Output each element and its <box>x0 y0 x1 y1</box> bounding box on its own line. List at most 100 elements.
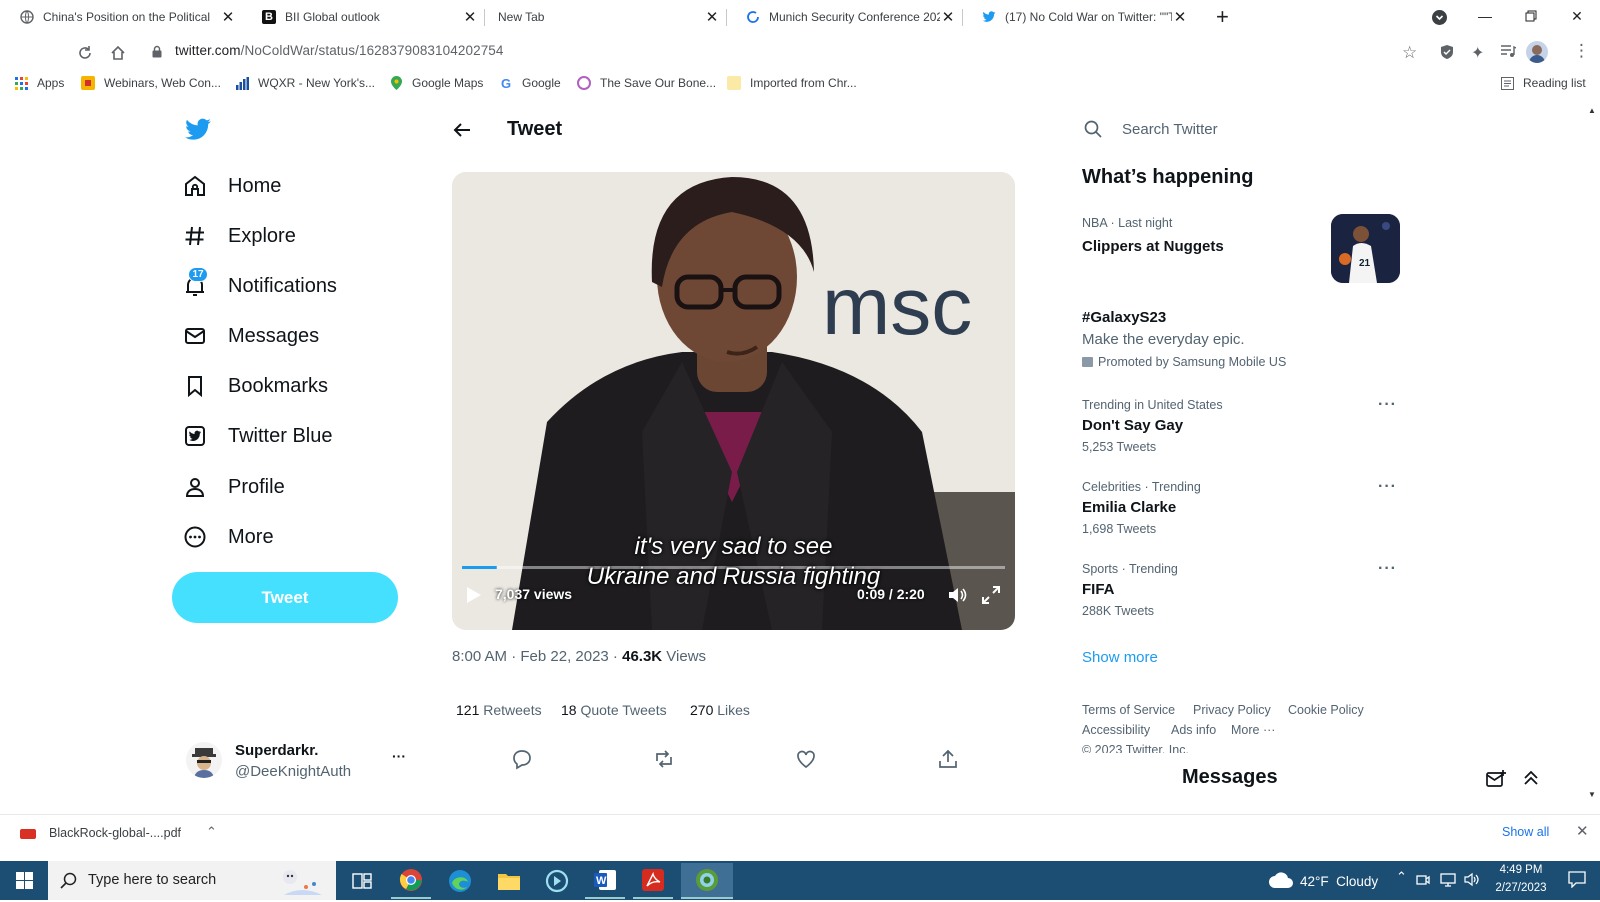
footer-privacy-link[interactable]: Privacy Policy <box>1193 703 1271 717</box>
bookmark-google[interactable]: G Google <box>499 76 561 91</box>
close-icon[interactable]: ✕ <box>220 8 236 26</box>
task-view-icon[interactable] <box>342 863 382 899</box>
trend-more-icon[interactable]: ··· <box>1378 560 1397 578</box>
footer-more-link[interactable]: More ··· <box>1231 723 1275 737</box>
account-avatar[interactable] <box>186 742 222 778</box>
share-icon[interactable] <box>937 748 961 772</box>
bookmark-wqxr[interactable]: WQXR - New York's... <box>235 76 375 90</box>
footer-terms-link[interactable]: Terms of Service <box>1082 703 1175 717</box>
nav-messages[interactable]: Messages <box>182 321 319 351</box>
profile-avatar[interactable] <box>1526 41 1548 63</box>
weather-text[interactable]: 42°F Cloudy <box>1300 874 1378 889</box>
tab-munich-security-conference[interactable]: Munich Security Conference 202 ✕ <box>726 0 962 34</box>
nav-twitter-blue[interactable]: Twitter Blue <box>182 421 332 451</box>
word-taskbar-icon[interactable]: W <box>585 863 625 899</box>
meet-now-icon[interactable] <box>1416 873 1430 892</box>
url-field[interactable]: twitter.com/NoColdWar/status/16283790831… <box>175 43 504 58</box>
acrobat-taskbar-icon[interactable] <box>633 863 673 899</box>
video-timestamp: 0:09 / 2:20 <box>857 586 925 602</box>
quote-tweets-stat[interactable]: 18 Quote Tweets <box>561 702 667 718</box>
scroll-down-arrow[interactable]: ▼ <box>1588 790 1596 799</box>
like-heart-icon[interactable] <box>795 748 819 772</box>
pdf-file-icon <box>20 829 36 839</box>
lock-icon[interactable] <box>152 45 162 63</box>
download-filename[interactable]: BlackRock-global-....pdf <box>49 826 181 840</box>
footer-accessibility-link[interactable]: Accessibility <box>1082 723 1150 737</box>
nav-home[interactable]: Home <box>182 171 281 201</box>
bookmark-webinars[interactable]: Webinars, Web Con... <box>81 76 221 90</box>
tweet-video-player[interactable]: msc it's very sad to see Ukraine and Rus… <box>452 172 1015 630</box>
minimize-button[interactable]: — <box>1462 0 1508 32</box>
nav-bookmarks[interactable]: Bookmarks <box>182 371 328 401</box>
start-button[interactable] <box>0 861 48 900</box>
tab-search-icon[interactable] <box>1432 10 1447 25</box>
tweet-meta: 8:00 AM · Feb 22, 2023 · 46.3K Views <box>452 648 706 665</box>
app-circle-icon[interactable] <box>537 863 577 899</box>
network-icon[interactable] <box>1440 873 1456 892</box>
tab-no-cold-war-twitter[interactable]: (17) No Cold War on Twitter: ""T ✕ <box>962 0 1194 34</box>
file-explorer-icon[interactable] <box>489 863 529 899</box>
edge-taskbar-icon[interactable] <box>440 863 480 899</box>
close-window-button[interactable]: ✕ <box>1554 0 1600 32</box>
clock-time[interactable]: 4:49 PM <box>1486 864 1556 876</box>
retweet-icon[interactable] <box>653 748 677 772</box>
media-queue-icon[interactable] <box>1500 44 1517 63</box>
back-arrow-icon[interactable] <box>452 120 472 145</box>
show-hidden-icons[interactable]: ⌃ <box>1396 869 1407 885</box>
expand-chevron-icon[interactable] <box>1522 769 1540 792</box>
nav-label: More <box>228 525 274 548</box>
close-icon[interactable]: ✕ <box>1172 8 1188 26</box>
tab-new-tab[interactable]: New Tab ✕ <box>484 0 726 34</box>
account-menu-icon[interactable]: ··· <box>392 748 406 764</box>
restore-button[interactable] <box>1508 0 1554 32</box>
bookmark-imported[interactable]: Imported from Chr... <box>727 76 857 90</box>
notifications-center-icon[interactable] <box>1568 871 1586 893</box>
clock-date[interactable]: 2/27/2023 <box>1486 882 1556 894</box>
reply-icon[interactable] <box>511 748 535 772</box>
close-icon[interactable]: ✕ <box>462 8 478 26</box>
close-icon[interactable]: ✕ <box>704 8 720 26</box>
retweets-stat[interactable]: 121 Retweets <box>456 702 542 718</box>
new-message-icon[interactable] <box>1486 770 1506 793</box>
extensions-puzzle-icon[interactable]: ✦ <box>1471 43 1484 63</box>
trend-title: #GalaxyS23 <box>1082 309 1167 326</box>
footer-ads-info-link[interactable]: Ads info <box>1171 723 1216 737</box>
new-tab-button[interactable]: + <box>1216 4 1229 30</box>
close-download-bar-icon[interactable]: ✕ <box>1576 822 1589 840</box>
search-input[interactable]: Search Twitter <box>1122 121 1218 138</box>
show-more-link[interactable]: Show more <box>1082 649 1158 666</box>
chrome-taskbar-icon[interactable] <box>391 863 431 899</box>
reload-icon[interactable] <box>74 42 96 64</box>
close-icon[interactable]: ✕ <box>940 8 956 26</box>
trend-meta: Celebrities · Trending <box>1082 480 1201 494</box>
taskbar-search-box[interactable]: Type here to search <box>48 861 336 900</box>
kebab-menu-icon[interactable]: ⋮ <box>1573 41 1590 61</box>
scroll-up-arrow[interactable]: ▲ <box>1588 106 1596 115</box>
star-icon[interactable]: ☆ <box>1402 43 1417 63</box>
shield-extension-icon[interactable] <box>1440 44 1454 65</box>
nav-notifications[interactable]: 17 Notifications <box>182 267 337 301</box>
fullscreen-icon[interactable] <box>982 586 1000 609</box>
home-browser-icon[interactable] <box>107 42 129 64</box>
trend-more-icon[interactable]: ··· <box>1378 396 1397 414</box>
tab-china-position[interactable]: China's Position on the Political ✕ <box>0 0 242 34</box>
reading-list[interactable]: Reading list <box>1500 76 1586 90</box>
edge-dev-taskbar-icon[interactable] <box>681 863 733 899</box>
chevron-up-icon[interactable]: ⌃ <box>206 824 217 840</box>
show-all-downloads[interactable]: Show all <box>1502 825 1549 839</box>
speaker-icon[interactable] <box>1464 872 1480 892</box>
bookmark-save-our-bones[interactable]: The Save Our Bone... <box>577 76 716 90</box>
twitter-logo-icon[interactable] <box>184 118 212 147</box>
nav-profile[interactable]: Profile <box>182 472 285 502</box>
nav-explore[interactable]: Explore <box>182 221 296 251</box>
bookmark-apps[interactable]: Apps <box>14 76 64 90</box>
likes-stat[interactable]: 270 Likes <box>690 702 750 718</box>
tweet-compose-button[interactable]: Tweet <box>172 572 398 623</box>
tab-bii-global-outlook[interactable]: B BII Global outlook ✕ <box>242 0 484 34</box>
footer-cookie-link[interactable]: Cookie Policy <box>1288 703 1364 717</box>
trend-more-icon[interactable]: ··· <box>1378 478 1397 496</box>
bookmark-google-maps[interactable]: Google Maps <box>389 76 483 90</box>
play-icon[interactable] <box>466 586 482 609</box>
nav-more[interactable]: More <box>182 522 274 552</box>
volume-icon[interactable] <box>947 585 967 610</box>
